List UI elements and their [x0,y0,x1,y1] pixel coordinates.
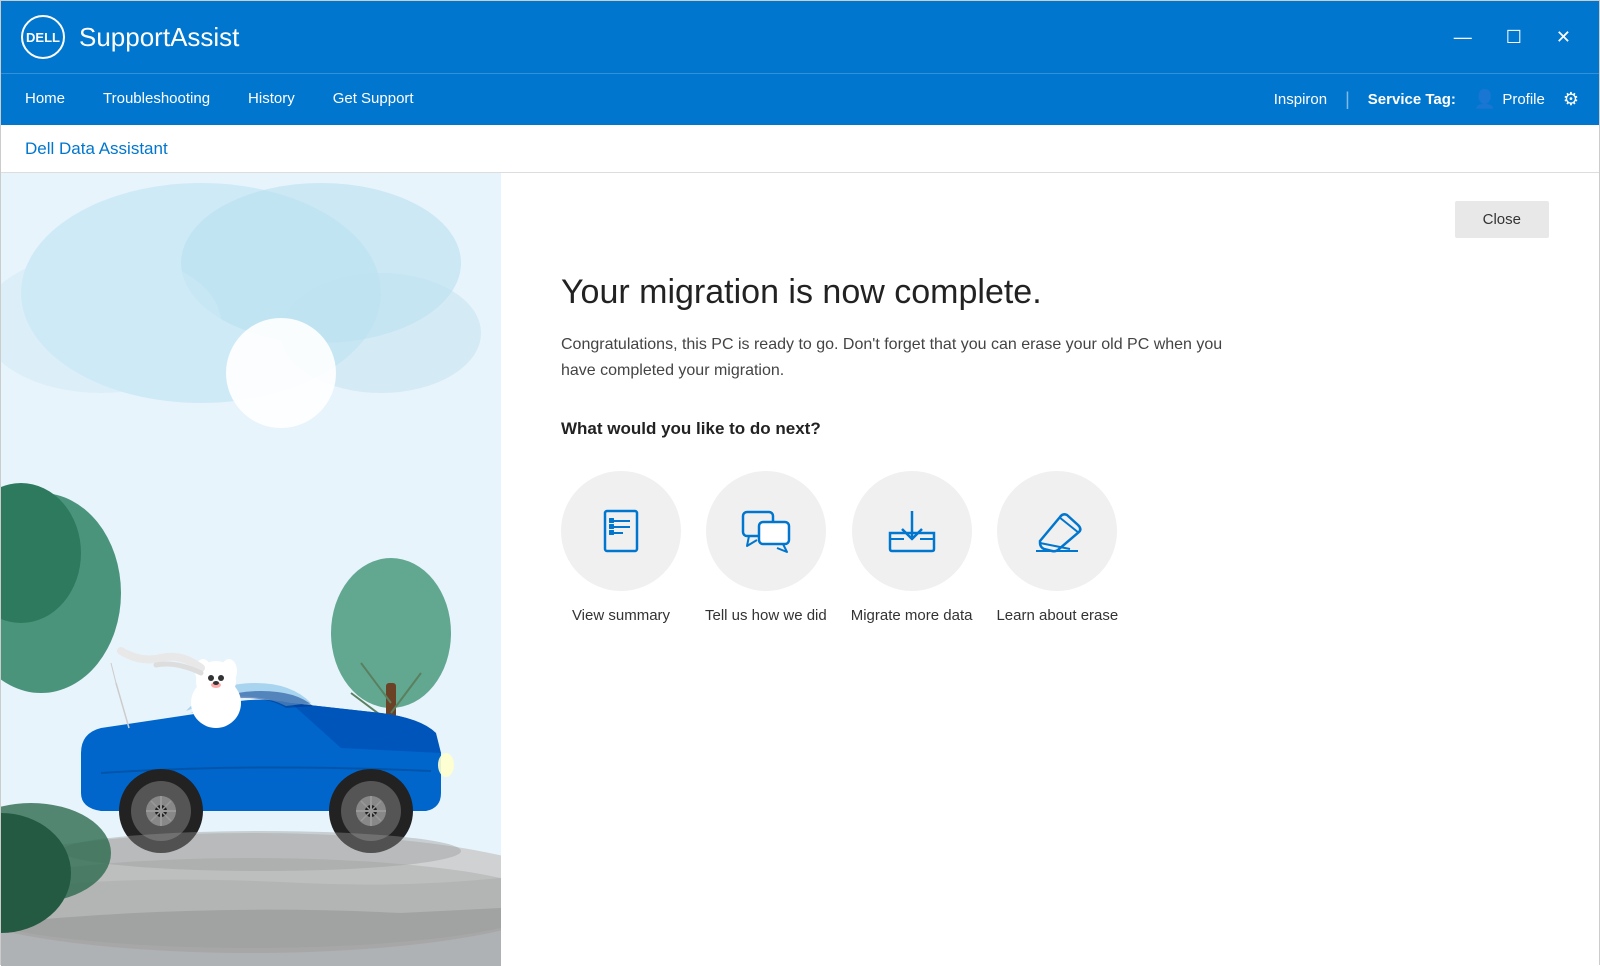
illustration-panel [1,173,501,966]
tell-us-icon [739,504,793,558]
content-panel: Close Your migration is now complete. Co… [501,173,1599,966]
title-bar: DELL SupportAssist — ☐ ✕ [1,1,1599,73]
migrate-more-label: Migrate more data [851,607,973,624]
migrate-more-icon [884,505,940,557]
nav-separator: | [1345,89,1350,110]
action-cards: View summary Tell us how we did [561,471,1539,624]
sub-header: Dell Data Assistant [1,125,1599,173]
nav-items: Home Troubleshooting History Get Support [21,74,418,125]
action-card-tell-us[interactable]: Tell us how we did [705,471,827,624]
action-card-view-summary[interactable]: View summary [561,471,681,624]
migration-title: Your migration is now complete. [561,273,1539,312]
learn-erase-circle [997,471,1117,591]
nav-item-troubleshooting[interactable]: Troubleshooting [99,74,214,125]
view-summary-circle [561,471,681,591]
nav-item-get-support[interactable]: Get Support [329,74,418,125]
window-close-button[interactable]: ✕ [1548,24,1579,50]
action-card-migrate-more[interactable]: Migrate more data [851,471,973,624]
tell-us-label: Tell us how we did [705,607,827,624]
tell-us-circle [706,471,826,591]
migration-desc: Congratulations, this PC is ready to go.… [561,332,1241,383]
view-summary-icon [595,505,647,557]
maximize-button[interactable]: ☐ [1498,24,1530,50]
dell-logo: DELL [21,15,65,59]
main-content: Close Your migration is now complete. Co… [1,173,1599,966]
nav-right: Inspiron | Service Tag: 👤 Profile ⚙ [1274,89,1579,110]
device-name: Inspiron [1274,91,1327,108]
minimize-button[interactable]: — [1446,24,1480,50]
action-card-learn-erase[interactable]: Learn about erase [996,471,1118,624]
title-bar-left: DELL SupportAssist [21,15,239,59]
service-tag-label: Service Tag: [1368,91,1456,108]
profile-icon: 👤 [1474,89,1496,110]
next-label: What would you like to do next? [561,419,1539,439]
app-title: SupportAssist [79,22,239,53]
close-button[interactable]: Close [1455,201,1549,238]
profile-area[interactable]: 👤 Profile [1474,89,1545,110]
profile-label: Profile [1502,91,1545,108]
nav-item-home[interactable]: Home [21,74,69,125]
view-summary-label: View summary [572,607,670,624]
learn-erase-icon [1028,505,1086,557]
migrate-more-circle [852,471,972,591]
nav-item-history[interactable]: History [244,74,299,125]
learn-erase-label: Learn about erase [996,607,1118,624]
window-controls: — ☐ ✕ [1446,24,1579,50]
sub-header-title: Dell Data Assistant [25,139,168,159]
settings-icon[interactable]: ⚙ [1563,89,1579,110]
nav-bar: Home Troubleshooting History Get Support… [1,73,1599,125]
